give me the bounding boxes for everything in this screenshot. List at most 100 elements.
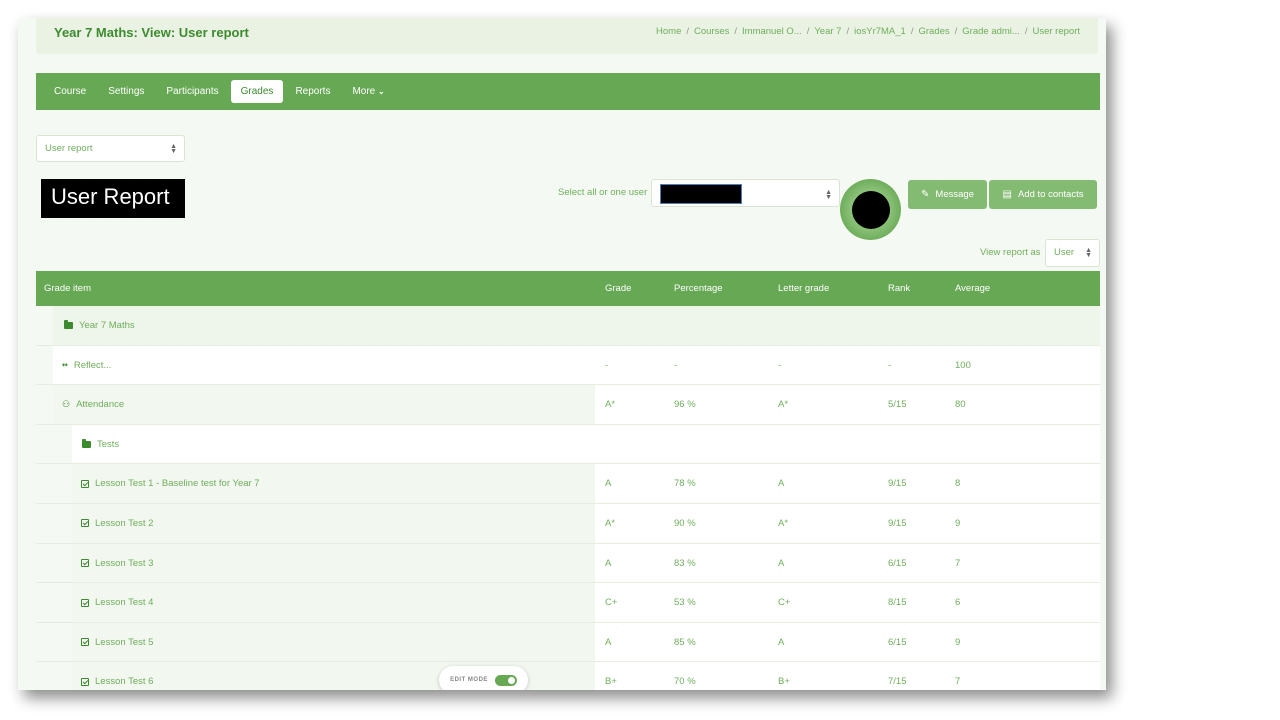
report-type-select[interactable]: User report ▲ ▼ <box>36 135 185 162</box>
grade-item-link[interactable]: Lesson Test 4 <box>81 597 153 608</box>
add-to-contacts-button[interactable]: ▤ Add to contacts <box>989 180 1097 209</box>
nav-reports[interactable]: Reports <box>285 80 340 103</box>
rank-cell: 6/15 <box>888 636 907 648</box>
grade-item-link[interactable]: Lesson Test 5 <box>81 637 153 648</box>
redacted-avatar <box>852 191 890 229</box>
table-row: Tests <box>36 424 1100 465</box>
col-letter-grade: Letter grade <box>778 283 830 294</box>
breadcrumb-school[interactable]: Immanuel O... <box>742 26 802 37</box>
grade-item-link[interactable]: ⚇ Attendance <box>62 399 124 410</box>
quiz-icon <box>81 559 89 568</box>
letter-grade-cell: A <box>778 557 785 569</box>
average-cell: 80 <box>955 399 966 411</box>
folder-icon <box>82 438 91 448</box>
rank-cell: 7/15 <box>888 676 907 688</box>
letter-grade-cell: A <box>778 478 785 490</box>
table-row: ↭ Reflect... - - - - 100 <box>36 345 1100 386</box>
view-as-label: View report as <box>980 247 1041 258</box>
table-row: Lesson Test 3 A 83 % A 6/15 7 <box>36 543 1100 584</box>
course-navbar: Course Settings Participants Grades Repo… <box>36 73 1100 110</box>
grade-cell: A <box>605 636 612 648</box>
breadcrumb-home[interactable]: Home <box>656 26 681 37</box>
nav-course[interactable]: Course <box>44 80 96 103</box>
browser-frame: Year 7 Maths: View: User report Home / Co… <box>18 18 1106 690</box>
breadcrumb-grade-admin[interactable]: Grade admi... <box>962 26 1020 37</box>
grade-item-label: Attendance <box>76 399 125 411</box>
page-header: Year 7 Maths: View: User report Home / Co… <box>36 18 1098 54</box>
breadcrumb-courses[interactable]: Courses <box>694 26 729 37</box>
avatar[interactable] <box>840 179 901 240</box>
col-average: Average <box>955 283 991 294</box>
average-cell: 100 <box>955 359 971 371</box>
nav-settings[interactable]: Settings <box>98 80 154 103</box>
grade-cell: A* <box>605 399 616 411</box>
grade-item-label: Lesson Test 6 <box>95 676 154 688</box>
redacted-user-name <box>660 184 742 204</box>
nav-grades[interactable]: Grades <box>230 80 284 103</box>
folder-icon <box>64 320 73 329</box>
nav-more-label: More <box>352 86 376 97</box>
category-label: Year 7 Maths <box>79 320 135 331</box>
grade-item-link[interactable]: Lesson Test 2 <box>81 518 153 529</box>
average-cell: 9 <box>955 636 961 648</box>
report-type-value: User report <box>45 143 93 154</box>
grade-cell: C+ <box>605 597 618 609</box>
percentage-cell: 90 % <box>674 517 696 529</box>
message-button[interactable]: ✎ Message <box>908 180 987 209</box>
table-row: Lesson Test 1 - Baseline test for Year 7… <box>36 464 1100 504</box>
table-row: Lesson Test 2 A* 90 % A* 9/15 9 <box>36 503 1100 544</box>
grade-item-label: Lesson Test 2 <box>95 517 154 529</box>
percentage-cell: 53 % <box>674 597 696 609</box>
rank-cell: 8/15 <box>888 597 907 609</box>
quiz-icon <box>81 519 89 528</box>
grade-cell: A <box>605 478 612 490</box>
category-name: Year 7 Maths <box>64 320 135 331</box>
select-arrows-icon: ▲ ▼ <box>1085 247 1092 259</box>
chevron-down-icon: ⌄ <box>378 87 385 96</box>
page-heading: User Report <box>41 179 185 218</box>
category-name: Tests <box>82 438 120 450</box>
breadcrumb-course[interactable]: iosYr7MA_1 <box>854 26 906 37</box>
edit-mode-label: EDIT MODE <box>450 677 488 683</box>
average-cell: 7 <box>955 557 961 569</box>
page-title: Year 7 Maths: View: User report <box>54 25 249 40</box>
table-header: Grade item Grade Percentage Letter grade… <box>36 271 1100 306</box>
grade-cell: - <box>605 359 609 371</box>
grade-item-link[interactable]: Lesson Test 6 <box>81 676 153 687</box>
letter-grade-cell: A <box>778 636 785 648</box>
view-as-select[interactable]: User ▲ ▼ <box>1045 239 1100 267</box>
category-label: Tests <box>97 438 120 450</box>
grade-item-link[interactable]: ↭ Reflect... <box>62 360 111 371</box>
grade-item-label: Lesson Test 3 <box>95 557 154 569</box>
contact-card-icon: ▤ <box>1002 189 1012 200</box>
edit-mode-toggle[interactable]: EDIT MODE <box>439 666 528 690</box>
rank-cell: 9/15 <box>888 517 907 529</box>
col-grade-item: Grade item <box>44 283 91 294</box>
grade-cell: A <box>605 557 612 569</box>
grade-item-label: Reflect... <box>73 359 112 371</box>
nav-participants[interactable]: Participants <box>156 80 228 103</box>
letter-grade-cell: B+ <box>778 676 790 688</box>
select-user-label: Select all or one user <box>558 187 648 198</box>
user-select[interactable]: ▲ ▼ <box>651 179 840 207</box>
rank-cell: 6/15 <box>888 557 907 569</box>
percentage-cell: 70 % <box>674 676 696 688</box>
grade-table: Grade item Grade Percentage Letter grade… <box>36 271 1100 690</box>
grade-cell: B+ <box>605 676 617 688</box>
message-label: Message <box>935 189 974 200</box>
rank-cell: - <box>888 359 892 371</box>
grade-item-label: Lesson Test 1 - Baseline test for Year 7 <box>95 478 260 490</box>
breadcrumb-year[interactable]: Year 7 <box>814 26 841 37</box>
toggle-switch[interactable] <box>494 674 517 686</box>
attendance-icon: ⚇ <box>62 399 71 410</box>
grade-item-link[interactable]: Lesson Test 1 - Baseline test for Year 7 <box>81 478 260 489</box>
breadcrumb-grades[interactable]: Grades <box>918 26 949 37</box>
grade-cell: A* <box>605 517 616 529</box>
letter-grade-cell: C+ <box>778 597 791 609</box>
nav-more[interactable]: More ⌄ <box>342 80 394 103</box>
select-arrows-icon: ▲ ▼ <box>170 143 177 155</box>
grade-item-link[interactable]: Lesson Test 3 <box>81 558 153 569</box>
table-row: ⚇ Attendance A* 96 % A* 5/15 80 <box>36 385 1100 425</box>
col-grade: Grade <box>605 283 632 294</box>
message-icon: ✎ <box>921 189 930 200</box>
